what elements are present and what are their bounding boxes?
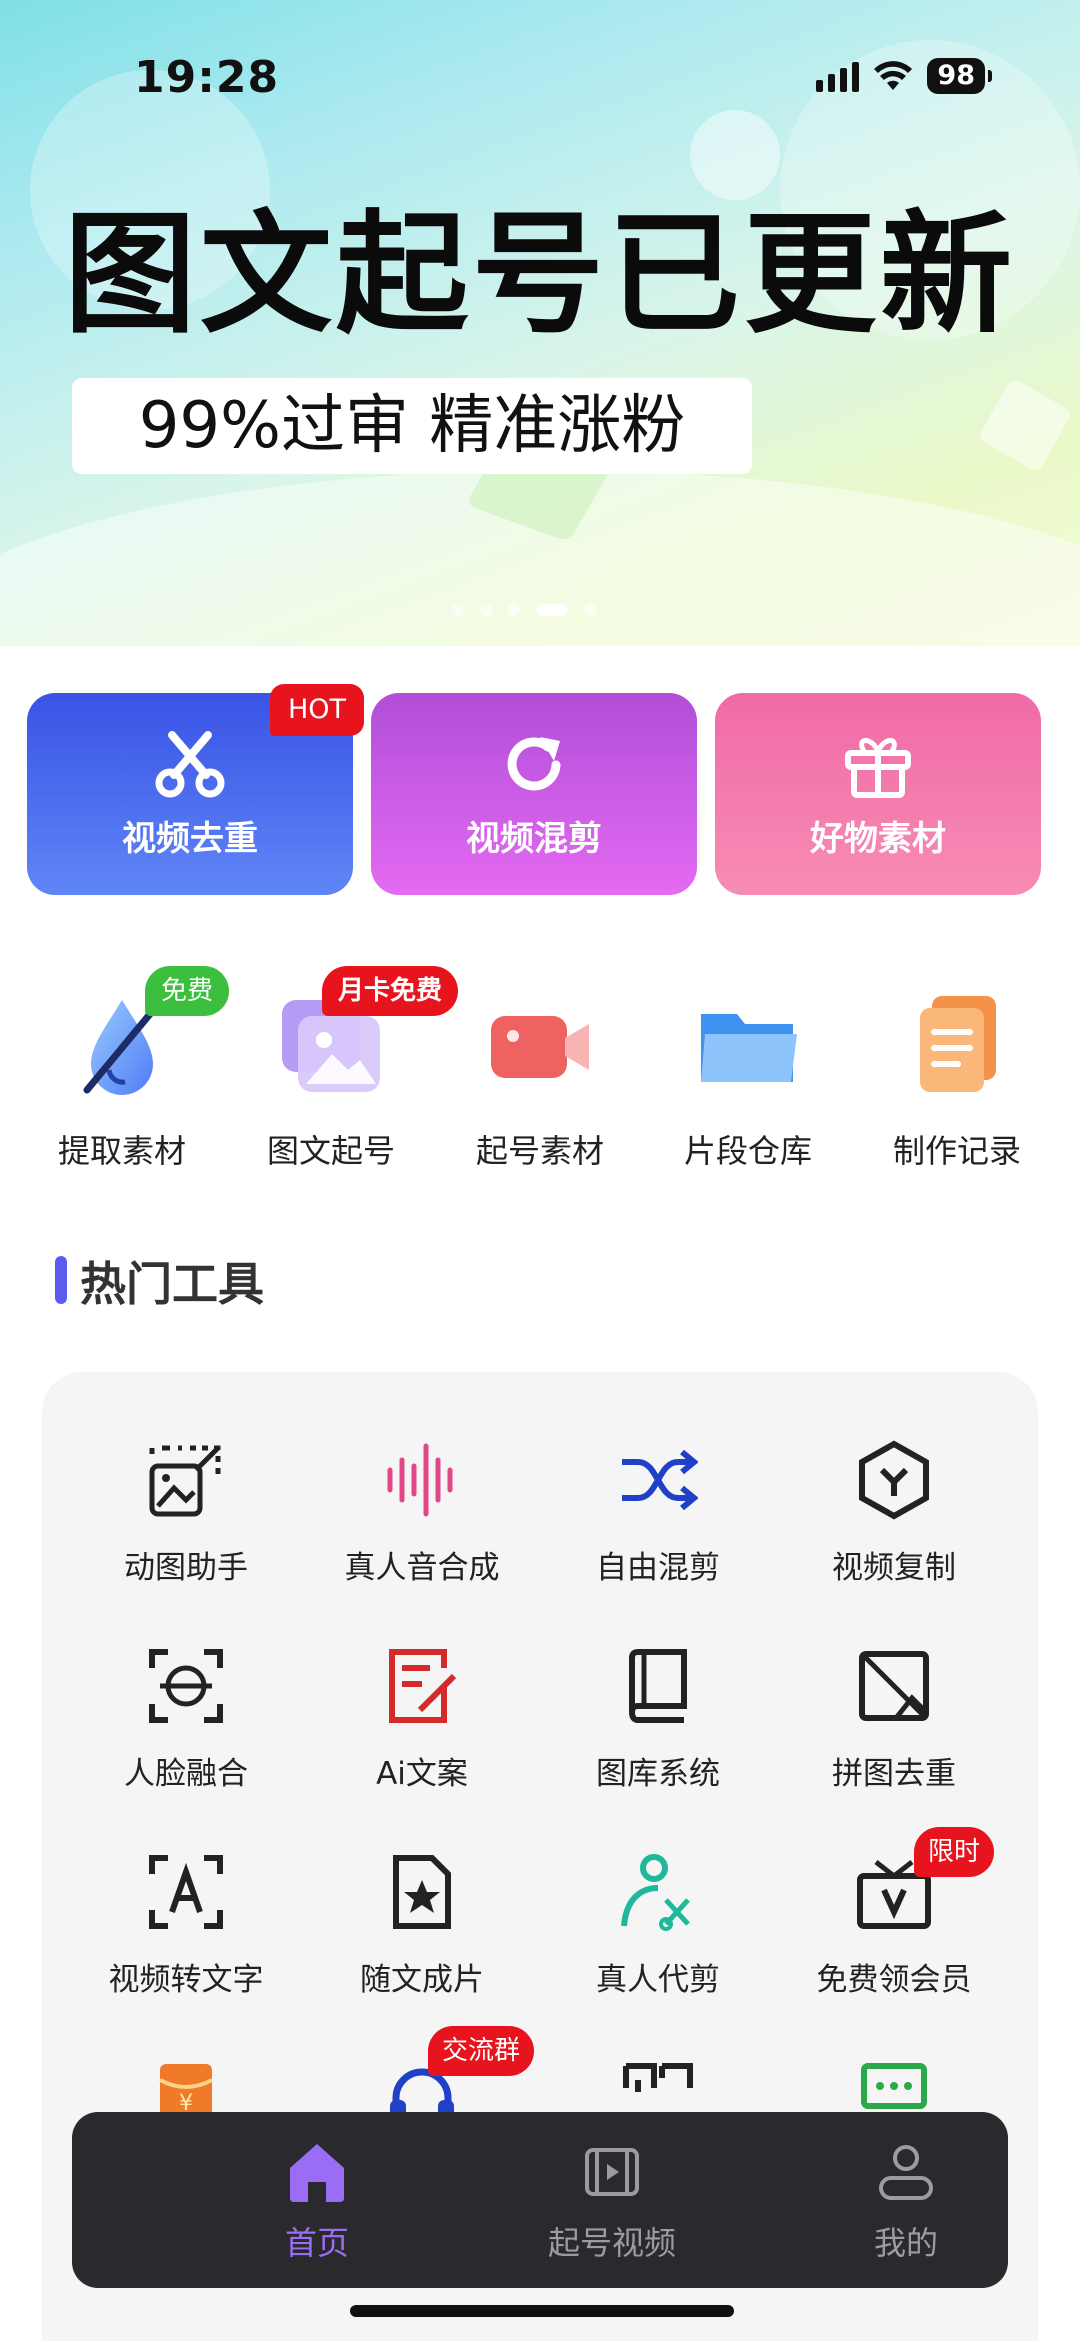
banner-title: 图文起号已更新 — [64, 198, 1016, 352]
video-mix-card[interactable]: 视频混剪 — [371, 693, 697, 895]
text-recognition-icon — [149, 1855, 223, 1929]
quick-clip-warehouse[interactable]: 片段仓库 — [648, 990, 848, 1172]
quick-start-material[interactable]: 起号素材 — [440, 990, 640, 1172]
pagination-dot-active[interactable] — [536, 604, 568, 616]
quick-label: 起号素材 — [475, 1132, 604, 1170]
tool-label: 视频转文字 — [108, 1962, 264, 1998]
pagination-dot[interactable] — [480, 604, 492, 616]
community-group-badge: 交流群 — [428, 2026, 535, 2076]
sound-wave-icon — [387, 1443, 453, 1517]
monthly-free-badge: 月卡免费 — [322, 966, 459, 1016]
tool-voice-synthesis[interactable]: 真人音合成 — [302, 1440, 542, 1587]
tool-video-to-text[interactable]: 视频转文字 — [66, 1852, 306, 1999]
quick-image-text[interactable]: 图文起号 — [231, 990, 431, 1172]
status-time: 19:28 — [134, 52, 280, 103]
tool-text-to-video[interactable]: 随文成片 — [302, 1852, 542, 1999]
video-camera-icon — [491, 1016, 589, 1078]
tool-label: 自由混剪 — [596, 1550, 720, 1586]
gift-icon — [845, 737, 911, 798]
tool-label: 真人音合成 — [344, 1550, 500, 1586]
goods-material-card[interactable]: 好物素材 — [715, 693, 1041, 895]
quick-label: 提取素材 — [57, 1132, 186, 1170]
star-document-icon — [393, 1855, 451, 1929]
shuffle-icon — [622, 1449, 699, 1511]
tool-face-fusion[interactable]: 人脸融合 — [66, 1646, 306, 1793]
tab-start-videos[interactable]: 起号视频 — [502, 2138, 722, 2264]
tab-profile[interactable]: 我的 — [796, 2138, 1016, 2264]
video-play-icon — [585, 2148, 639, 2196]
banner-decor-bubble — [690, 110, 780, 200]
banner-pagination[interactable] — [452, 604, 596, 616]
tab-home[interactable]: 首页 — [207, 2138, 427, 2264]
tool-label: 拼图去重 — [832, 1756, 956, 1792]
pagination-dot[interactable] — [584, 604, 596, 616]
tool-label: Ai文案 — [376, 1756, 468, 1792]
quick-extract-material[interactable]: 提取素材 — [22, 990, 222, 1172]
tool-label: 动图助手 — [124, 1550, 248, 1586]
quick-label: 片段仓库 — [683, 1132, 812, 1170]
folder-icon — [701, 1014, 797, 1082]
tab-label: 首页 — [284, 2224, 349, 2262]
tool-free-mix[interactable]: 自由混剪 — [538, 1440, 778, 1587]
tool-ai-copywriting[interactable]: Ai文案 — [302, 1646, 542, 1793]
hot-badge: HOT — [270, 684, 364, 736]
user-icon — [879, 2145, 933, 2200]
quick-production-records[interactable]: 制作记录 — [857, 990, 1057, 1172]
tool-image-library[interactable]: 图库系统 — [538, 1646, 778, 1793]
tool-human-editing[interactable]: 真人代剪 — [538, 1852, 778, 1999]
refresh-icon — [507, 736, 561, 790]
tab-label: 起号视频 — [547, 2224, 676, 2262]
free-badge: 免费 — [145, 966, 230, 1016]
book-icon — [628, 1649, 687, 1723]
limited-time-badge: 限时 — [914, 1827, 995, 1877]
tool-label: 随文成片 — [360, 1962, 484, 1998]
battery-icon: 98 — [927, 58, 992, 94]
tool-label: 图库系统 — [596, 1756, 720, 1792]
section-accent-bar — [55, 1256, 67, 1304]
wifi-icon — [874, 61, 913, 90]
tab-label: 我的 — [873, 2224, 938, 2262]
tool-label: 人脸融合 — [124, 1756, 248, 1792]
tool-gif-helper[interactable]: 动图助手 — [66, 1440, 306, 1587]
quick-label: 图文起号 — [266, 1132, 395, 1170]
gif-helper-icon — [149, 1445, 221, 1517]
home-icon — [290, 2144, 344, 2202]
tool-collage-dedup[interactable]: 拼图去重 — [774, 1646, 1014, 1793]
card-label: 好物素材 — [810, 818, 946, 859]
quick-label: 制作记录 — [892, 1132, 1021, 1170]
person-scissors-icon — [621, 1854, 690, 1931]
picture-icon — [859, 1651, 929, 1721]
cellular-signal-icon — [816, 60, 860, 92]
tool-label: 免费领会员 — [816, 1962, 972, 1998]
hexagon-cube-icon — [859, 1440, 929, 1520]
section-title: 热门工具 — [80, 1257, 264, 1311]
pagination-dot[interactable] — [508, 604, 520, 616]
document-icon — [920, 996, 996, 1092]
banner-subtitle: 99%过审 精准涨粉 — [72, 378, 752, 474]
scissors-icon — [155, 730, 225, 797]
bottom-tab-bar: 首页 起号视频 我的 — [72, 2112, 1008, 2288]
hero-banner[interactable]: 19:28 98 图文起号已更新 99%过审 精准涨粉 — [0, 0, 1080, 646]
banner-decor-gem — [977, 377, 1073, 473]
edit-document-icon — [389, 1649, 457, 1723]
pagination-dot[interactable] — [452, 604, 464, 616]
tool-label: 视频复制 — [832, 1550, 956, 1586]
home-indicator[interactable] — [350, 2305, 734, 2317]
status-icons: 98 — [816, 58, 992, 94]
card-label: 视频混剪 — [466, 818, 602, 859]
card-label: 视频去重 — [122, 818, 258, 859]
tool-video-copy[interactable]: 视频复制 — [774, 1440, 1014, 1587]
face-scan-icon — [149, 1649, 223, 1723]
tool-label: 真人代剪 — [596, 1962, 720, 1998]
